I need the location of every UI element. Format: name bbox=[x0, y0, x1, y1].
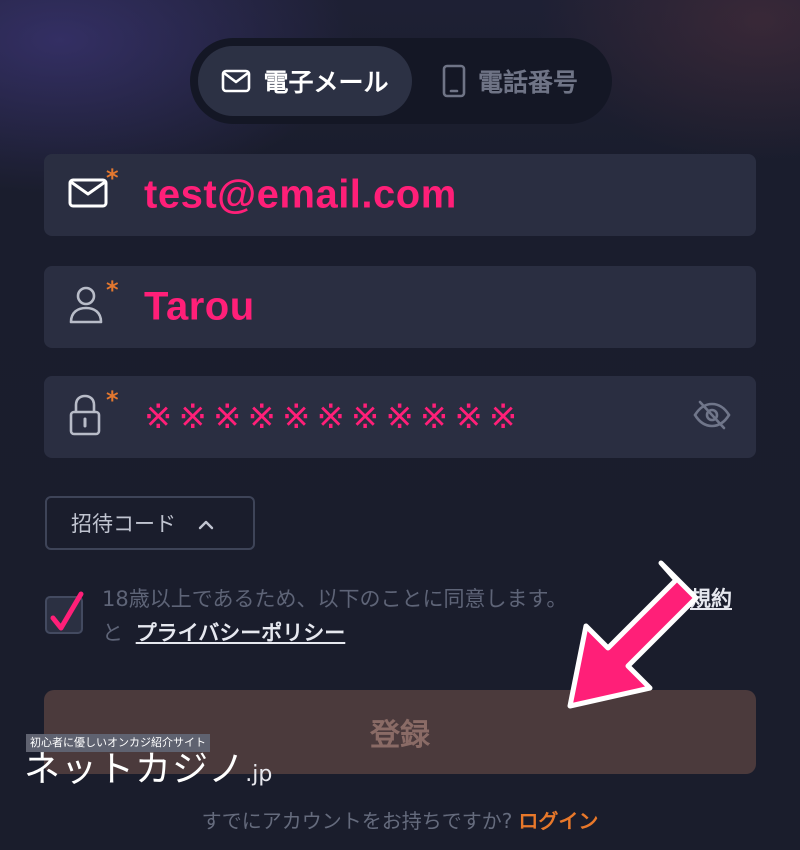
user-icon bbox=[68, 285, 104, 329]
mail-icon bbox=[221, 69, 251, 93]
consent-text-line2: と プライバシーポリシー bbox=[102, 618, 345, 648]
required-mark: * bbox=[106, 386, 119, 414]
check-icon bbox=[50, 591, 84, 631]
login-prompt-text: すでにアカウントをお持ちですか? bbox=[201, 809, 513, 833]
email-field[interactable]: * test@email.com bbox=[44, 154, 756, 236]
mail-icon bbox=[68, 178, 108, 212]
required-mark: * bbox=[106, 164, 119, 192]
username-field[interactable]: * Tarou bbox=[44, 266, 756, 348]
chevron-up-icon bbox=[198, 511, 214, 535]
watermark-brand: ネットカジノ.jp bbox=[24, 748, 272, 797]
watermark-domain: .jp bbox=[245, 762, 273, 787]
password-input-value[interactable]: ※※※※※※※※※※※ bbox=[144, 397, 523, 437]
phone-icon bbox=[442, 64, 466, 98]
eye-off-icon[interactable] bbox=[692, 400, 732, 434]
lock-icon bbox=[68, 394, 102, 440]
tab-email[interactable]: 電子メール bbox=[198, 46, 412, 116]
arrow-annotation bbox=[567, 560, 699, 709]
registration-method-tabs: 電子メール 電話番号 bbox=[190, 38, 612, 124]
consent-conjunction: と bbox=[102, 621, 123, 645]
age-consent-checkbox[interactable] bbox=[45, 591, 84, 634]
email-input-value[interactable]: test@email.com bbox=[144, 173, 457, 218]
login-prompt: すでにアカウントをお持ちですか? ログイン bbox=[0, 806, 800, 836]
login-link[interactable]: ログイン bbox=[518, 809, 598, 833]
required-mark: * bbox=[106, 276, 119, 304]
tab-phone[interactable]: 電話番号 bbox=[416, 46, 604, 116]
tab-email-label: 電子メール bbox=[263, 68, 389, 97]
consent-text: 18歳以上であるため、以下のことに同意します。 bbox=[102, 587, 568, 611]
tab-phone-label: 電話番号 bbox=[477, 68, 578, 97]
invite-code-toggle[interactable]: 招待コード bbox=[45, 496, 255, 550]
username-input-value[interactable]: Tarou bbox=[144, 285, 255, 330]
watermark-brand-name: ネットカジノ bbox=[24, 749, 246, 790]
invite-code-label: 招待コード bbox=[71, 512, 176, 536]
privacy-policy-link[interactable]: プライバシーポリシー bbox=[136, 621, 346, 645]
password-field[interactable]: * ※※※※※※※※※※※ bbox=[44, 376, 756, 458]
